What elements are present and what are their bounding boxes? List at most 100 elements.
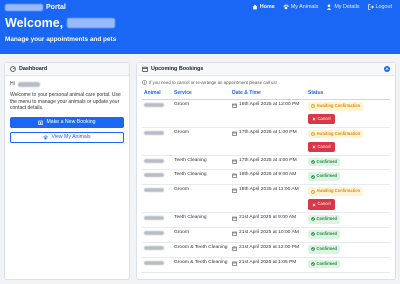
animal-name-redacted [142,242,172,258]
check-icon [311,217,315,222]
home-icon [252,4,258,10]
row-service: Groom & Teeth Cleaning [172,257,230,273]
view-my-animals-label: View My Animals [51,134,91,141]
calendar-icon [232,189,237,194]
dashboard-header: Dashboard [5,63,129,76]
status-badge: Confirmed [308,215,340,224]
bookings-info: If you need to cancel or re-arrange an a… [137,76,395,87]
row-datetime: 21st April 2025 at 9:00 AM [230,212,306,229]
row-datetime-text: 18th April 2025 at 9:00 AM [239,172,297,178]
animal-name-redacted [142,257,172,273]
row-service: Groom [172,184,230,214]
view-my-animals-button[interactable]: View My Animals [10,132,124,144]
row-service: Groom & Teeth Cleaning [172,242,230,258]
cancel-button[interactable]: Cancel [308,141,335,153]
row-service: Groom [172,127,230,156]
top-nav: Home My Animals My Details Logout [252,4,392,10]
status-badge: Awaiting Confirmation [308,187,364,196]
row-datetime: 16th April 2025 at 12:00 PM [230,99,306,128]
status-badge: Confirmed [308,259,340,269]
nav-home-label: Home [259,4,275,10]
row-datetime: 18th April 2025 at 11:00 AM [230,184,306,214]
row-status: Awaiting Confirmation Cancel [306,99,390,128]
row-service: Groom [172,227,230,243]
col-status: Status [306,87,390,100]
dashboard-body: Hi Welcome to your personal animal care … [5,76,129,148]
status-text: Confirmed [316,231,337,237]
row-datetime: 21st April 2025 at 1:05 PM [230,257,306,273]
animal-name-redacted [142,99,172,128]
cancel-label: Cancel [317,201,331,207]
animal-name-redacted [142,155,172,171]
calendar-icon [232,261,237,266]
page-subtitle: Manage your appointments and pets [5,36,117,43]
animal-name-redacted [142,127,172,156]
page-title: Welcome, [5,16,116,30]
row-datetime-text: 17th April 2025 at 4:00 PM [239,157,297,163]
row-datetime: 17th April 2025 at 1:00 PM [230,127,306,156]
dashboard-intro: Welcome to your personal animal care por… [10,91,121,112]
calendar-plus-icon [38,120,44,126]
table-row: Groom 18th April 2025 at 11:00 AM Awaiting… [142,184,390,214]
row-status: Confirmed [306,169,390,186]
status-badge: Confirmed [308,157,340,167]
table-row: Groom & Teeth Cleaning 21st April 2025 at… [142,257,390,273]
gauge-icon [10,66,16,72]
dashboard-card: Dashboard Hi Welcome to your personal an… [4,62,130,280]
greeting-line: Hi [10,81,124,88]
cancel-button[interactable]: Cancel [308,199,335,210]
status-text: Confirmed [316,173,337,179]
row-datetime-text: 21st April 2025 at 10:00 AM [239,230,299,236]
nav-my-details[interactable]: My Details [326,4,360,10]
status-badge: Awaiting Confirmation [308,129,364,139]
clock-icon [311,104,315,109]
row-datetime-text: 16th April 2025 at 12:00 PM [239,102,300,107]
row-datetime: 17th April 2025 at 4:00 PM [230,155,306,171]
make-new-booking-button[interactable]: Make a New Booking [10,117,124,129]
user-name-redacted [67,18,116,28]
row-datetime: 21st April 2025 at 12:00 PM [230,242,306,258]
check-icon [311,262,315,266]
animal-name-redacted [142,184,172,214]
col-service: Service [172,87,230,100]
nav-my-animals[interactable]: My Animals [283,4,319,10]
nav-my-details-label: My Details [334,4,360,10]
bookings-card: Upcoming Bookings If you need to cancel … [136,62,396,280]
collapse-button[interactable] [384,66,390,72]
calendar-icon [232,159,237,164]
row-service: Teeth Cleaning [172,212,230,229]
calendar-icon [232,131,237,136]
nav-my-animals-label: My Animals [290,4,319,10]
calendar-icon [232,246,237,251]
logout-icon [367,4,374,10]
table-row: Groom 21st April 2025 at 10:00 AM Confirme… [142,227,390,243]
welcome-prefix: Welcome, [5,16,64,30]
row-datetime-text: 21st April 2025 at 12:00 PM [239,244,300,250]
bookings-table-body: Groom 16th April 2025 at 12:00 PM Awaiting… [142,99,390,273]
table-row: Teeth Cleaning 21st April 2025 at 9:00 AM… [142,212,390,229]
col-datetime: Date & Time [230,87,306,100]
cancel-label: Cancel [317,115,331,121]
check-icon [311,232,315,237]
row-service: Teeth Cleaning [172,169,230,186]
row-status: Awaiting Confirmation Cancel [306,184,390,214]
calendar-icon [232,174,237,179]
x-icon [312,145,316,149]
cancel-button[interactable]: Cancel [308,113,335,125]
paw-icon [43,135,49,140]
paw-icon [283,4,289,10]
table-row: Groom & Teeth Cleaning 21st April 2025 at… [142,242,390,258]
brand[interactable]: Portal [5,4,66,11]
nav-logout[interactable]: Logout [367,4,392,10]
clock-icon [311,132,315,136]
nav-home[interactable]: Home [252,4,275,10]
status-text: Awaiting Confirmation [316,130,361,136]
chevron-up-icon [385,67,389,71]
row-status: Confirmed [306,257,390,273]
row-service: Groom [172,99,230,128]
calendar-icon [232,216,237,221]
cancel-label: Cancel [317,143,331,149]
check-icon [311,247,315,252]
row-datetime-text: 21st April 2025 at 9:00 AM [239,215,297,221]
table-row: Groom 17th April 2025 at 1:00 PM Awaiting … [142,127,390,156]
